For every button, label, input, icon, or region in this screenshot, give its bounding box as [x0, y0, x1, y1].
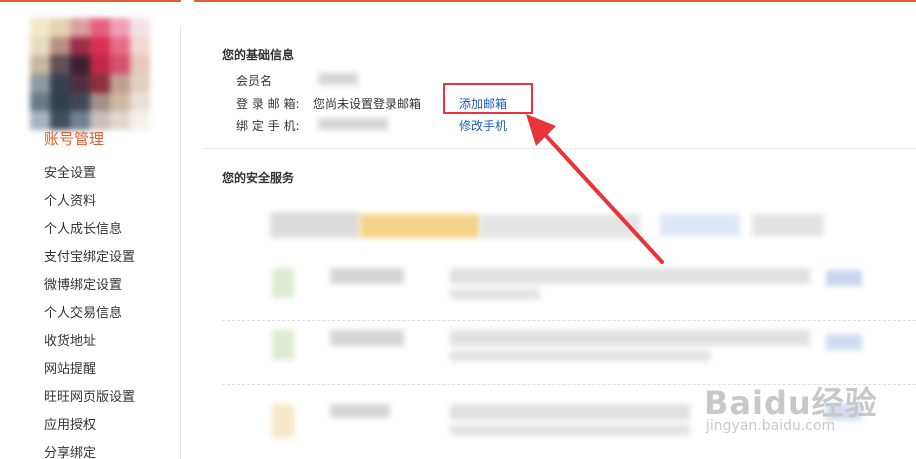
watermark-sub-text: jingyan.baidu.com: [706, 418, 836, 434]
page-root: 账号管理 安全设置 个人资料 个人成长信息 支付宝绑定设置 微博绑定设置 个人交…: [0, 0, 916, 459]
baidu-watermark: Baidu经验 jingyan.baidu.com: [704, 378, 878, 434]
